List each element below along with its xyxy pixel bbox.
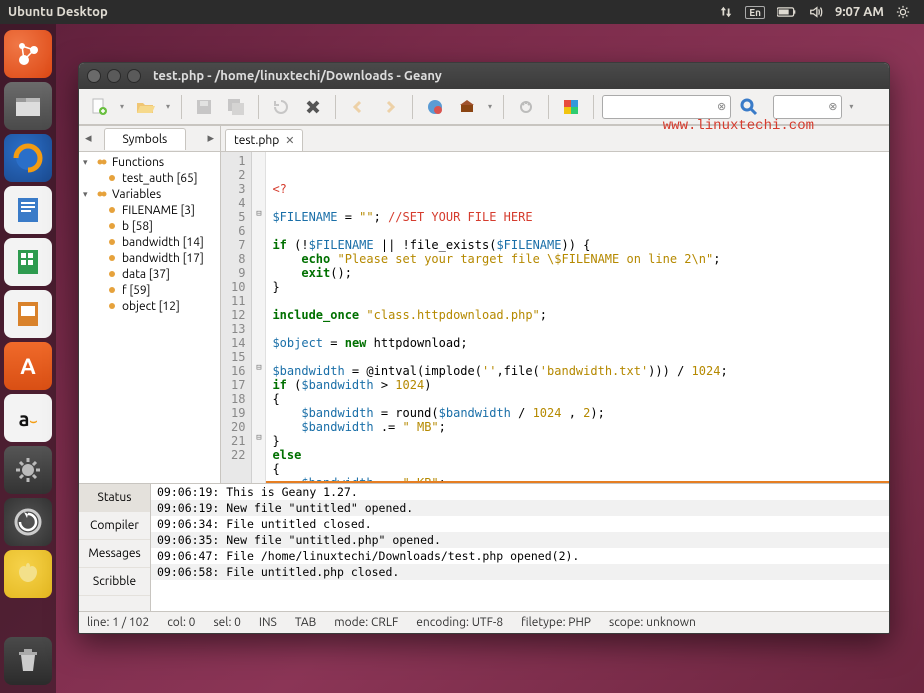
new-file-icon[interactable] (85, 93, 113, 121)
save-all-icon[interactable] (222, 93, 250, 121)
message-row: 09:06:58: File untitled.php closed. (151, 564, 889, 580)
status-encoding: encoding: UTF-8 (416, 616, 503, 629)
message-tab-compiler[interactable]: Compiler (79, 512, 150, 540)
message-row: 09:06:47: File /home/linuxtechi/Download… (151, 548, 889, 564)
window-close-button[interactable] (87, 69, 101, 83)
fold-column[interactable]: ⊟⊟⊟ (252, 152, 266, 483)
tree-item[interactable]: f [59] (79, 282, 220, 298)
status-tab: TAB (295, 616, 316, 629)
launcher-impress[interactable] (4, 290, 52, 338)
message-tabs: StatusCompilerMessagesScribble (79, 484, 151, 611)
launcher-amazon[interactable]: a⌣ (4, 394, 52, 442)
sidebar-tab-symbols[interactable]: Symbols (104, 128, 187, 150)
launcher-files[interactable] (4, 82, 52, 130)
launcher-calc[interactable] (4, 238, 52, 286)
clock[interactable]: 9:07 AM (835, 5, 884, 19)
search-field[interactable]: ⊗ (602, 95, 731, 119)
symbols-tree[interactable]: ▾Functionstest_auth [65]▾VariablesFILENA… (79, 152, 220, 483)
search-input[interactable] (607, 100, 717, 114)
window-title: test.php - /home/linuxtechi/Downloads - … (153, 69, 442, 83)
close-file-icon[interactable] (299, 93, 327, 121)
document-tab[interactable]: test.php ✕ (225, 129, 303, 151)
launcher-trash[interactable] (4, 637, 52, 685)
clear-search-icon[interactable]: ⊗ (717, 100, 726, 113)
message-row: 09:06:19: New file "untitled" opened. (151, 500, 889, 516)
find-icon[interactable] (735, 93, 763, 121)
document-tab-label: test.php (234, 134, 279, 147)
sidebar-scroll-left-icon[interactable]: ◂ (79, 131, 98, 146)
language-indicator[interactable]: En (745, 6, 765, 19)
open-dropdown-icon[interactable]: ▾ (163, 102, 173, 111)
message-row: 09:06:35: New file "untitled.php" opened… (151, 532, 889, 548)
titlebar[interactable]: test.php - /home/linuxtechi/Downloads - … (79, 63, 889, 89)
close-tab-icon[interactable]: ✕ (285, 134, 294, 147)
status-ins: INS (259, 616, 277, 629)
goto-dropdown-icon[interactable]: ▾ (846, 102, 856, 111)
message-tab-messages[interactable]: Messages (79, 540, 150, 568)
sidebar-tabs: ◂ Symbols ▸ (79, 126, 220, 152)
code-editor[interactable]: 12345678910111213141516171819202122 ⊟⊟⊟ … (221, 152, 889, 483)
nav-forward-icon[interactable] (376, 93, 404, 121)
launcher-dash[interactable] (4, 30, 52, 78)
message-row: 09:06:19: This is Geany 1.27. (151, 484, 889, 500)
launcher-firefox[interactable] (4, 134, 52, 182)
tree-item[interactable]: data [37] (79, 266, 220, 282)
run-icon[interactable] (512, 93, 540, 121)
status-sel: sel: 0 (213, 616, 240, 629)
unity-launcher: A a⌣ (0, 24, 56, 693)
sidebar: ◂ Symbols ▸ ▾Functionstest_auth [65]▾Var… (79, 126, 221, 483)
launcher-software[interactable]: A (4, 342, 52, 390)
goto-field[interactable]: ⊗ (773, 95, 842, 119)
status-mode: mode: CRLF (334, 616, 398, 629)
open-file-icon[interactable] (131, 93, 159, 121)
launcher-app[interactable] (4, 550, 52, 598)
sound-icon[interactable] (809, 5, 823, 19)
status-filetype: filetype: PHP (521, 616, 591, 629)
status-col: col: 0 (167, 616, 195, 629)
launcher-updater[interactable] (4, 498, 52, 546)
status-scope: scope: unknown (609, 616, 696, 629)
build-dropdown-icon[interactable]: ▾ (485, 102, 495, 111)
save-icon[interactable] (190, 93, 218, 121)
launcher-writer[interactable] (4, 186, 52, 234)
code-body[interactable]: <?$FILENAME = ""; //SET YOUR FILE HEREif… (266, 152, 889, 483)
tree-item[interactable]: FILENAME [3] (79, 202, 220, 218)
compile-icon[interactable] (421, 93, 449, 121)
tree-item[interactable]: object [12] (79, 298, 220, 314)
sidebar-scroll-right-icon[interactable]: ▸ (201, 131, 220, 146)
tree-group[interactable]: ▾Variables (79, 186, 220, 202)
geany-window: test.php - /home/linuxtechi/Downloads - … (78, 62, 890, 634)
color-chooser-icon[interactable] (557, 93, 585, 121)
window-maximize-button[interactable] (127, 69, 141, 83)
desktop-title: Ubuntu Desktop (8, 5, 108, 19)
tree-item[interactable]: bandwidth [17] (79, 250, 220, 266)
new-dropdown-icon[interactable]: ▾ (117, 102, 127, 111)
goto-input[interactable] (778, 100, 828, 114)
reload-icon[interactable] (267, 93, 295, 121)
launcher-settings[interactable] (4, 446, 52, 494)
battery-icon[interactable] (777, 6, 797, 18)
tree-item[interactable]: b [58] (79, 218, 220, 234)
message-row: 09:06:34: File untitled closed. (151, 516, 889, 532)
clear-goto-icon[interactable]: ⊗ (828, 100, 837, 113)
build-icon[interactable] (453, 93, 481, 121)
tree-group[interactable]: ▾Functions (79, 154, 220, 170)
gear-icon[interactable] (896, 5, 910, 19)
message-tab-status[interactable]: Status (79, 484, 150, 512)
window-minimize-button[interactable] (107, 69, 121, 83)
editor-pane: test.php ✕ 12345678910111213141516171819… (221, 126, 889, 483)
message-window: StatusCompilerMessagesScribble 09:06:19:… (79, 483, 889, 611)
message-body[interactable]: 09:06:19: This is Geany 1.27.09:06:19: N… (151, 484, 889, 611)
message-tab-scribble[interactable]: Scribble (79, 568, 150, 596)
url-watermark: www.linuxtechi.com (663, 118, 814, 134)
top-panel: Ubuntu Desktop En 9:07 AM (0, 0, 924, 24)
tree-item[interactable]: bandwidth [14] (79, 234, 220, 250)
line-gutter: 12345678910111213141516171819202122 (221, 152, 252, 483)
tree-item[interactable]: test_auth [65] (79, 170, 220, 186)
statusbar: line: 1 / 102 col: 0 sel: 0 INS TAB mode… (79, 611, 889, 633)
status-line: line: 1 / 102 (87, 616, 149, 629)
nav-back-icon[interactable] (344, 93, 372, 121)
network-icon[interactable] (719, 5, 733, 19)
